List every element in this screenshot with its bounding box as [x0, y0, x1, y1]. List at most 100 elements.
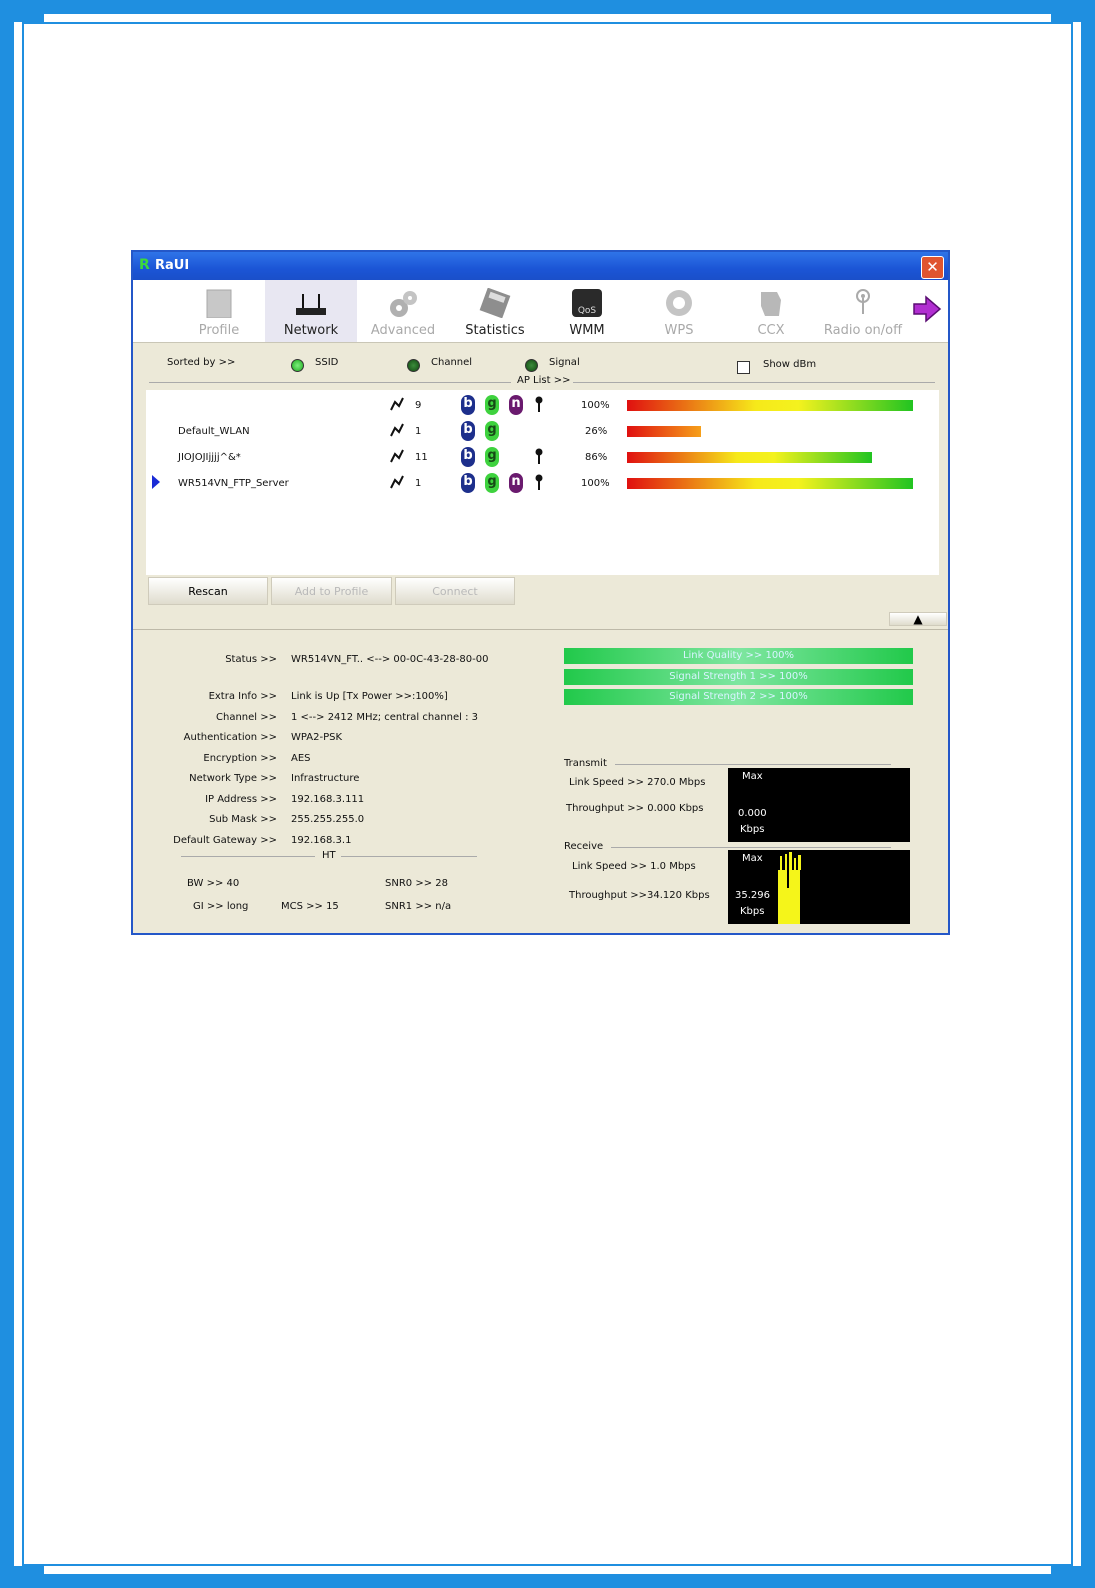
show-dbm-checkbox[interactable] [737, 361, 750, 374]
encryption-label: Encryption >> [203, 753, 277, 764]
snr1-value: SNR1 >> n/a [385, 901, 452, 912]
ap-row[interactable]: Default_WLAN 1 b g 26% [146, 418, 939, 442]
extra-info-label: Extra Info >> [208, 691, 277, 702]
authentication-value: WPA2-PSK [291, 732, 343, 743]
tab-profile[interactable]: Profile [173, 280, 265, 342]
mode-n-badge: n [509, 395, 523, 415]
key-icon [535, 396, 543, 412]
signal-strength-1-bar: Signal Strength 1 >> 100% [564, 669, 913, 685]
close-button[interactable]: ✕ [921, 256, 944, 279]
tab-ccx-label: CCX [757, 323, 785, 338]
extra-info-value: Link is Up [Tx Power >>:100%] [291, 691, 448, 702]
transmit-separator [615, 764, 891, 765]
rx-throughput-graph: Max 35.296 Kbps [728, 850, 910, 924]
tx-throughput-graph: Max 0.000 Kbps [728, 768, 910, 842]
antenna-icon [856, 289, 870, 314]
key-icon [535, 448, 543, 464]
rescan-button[interactable]: Rescan [148, 577, 268, 605]
ap-ssid: WR514VN_FTP_Server [178, 478, 289, 489]
sorted-by-label: Sorted by >> [167, 357, 236, 368]
ap-signal-value: 86% [585, 452, 608, 463]
tab-wmm[interactable]: QoS WMM [541, 280, 633, 342]
ap-list-label: AP List >> [517, 375, 571, 386]
arrow-right-icon[interactable] [912, 294, 942, 324]
ap-list-separator-right [573, 382, 935, 383]
rx-graph-value: 35.296 [735, 890, 770, 901]
ap-signal-value: 26% [585, 426, 608, 437]
frame-corner-tl [14, 14, 44, 22]
ht-separator-right [341, 856, 477, 857]
qos-icon: QoS [572, 289, 602, 317]
sub-mask-label: Sub Mask >> [209, 814, 277, 825]
sort-signal-radio[interactable] [525, 359, 538, 372]
connect-button[interactable]: Connect [395, 577, 515, 605]
frame-inner-right [1071, 22, 1073, 1566]
channel-value: 1 <--> 2412 MHz; central channel : 3 [291, 712, 479, 723]
calculator-icon [479, 288, 511, 318]
mode-g-badge: g [485, 447, 499, 467]
tab-network[interactable]: Network [265, 280, 357, 342]
tab-ccx[interactable]: CCX [725, 280, 817, 342]
rx-link-speed: Link Speed >> 1.0 Mbps [572, 861, 696, 872]
tab-wps-label: WPS [664, 323, 694, 338]
frame-left [0, 0, 14, 1588]
tab-wps[interactable]: WPS [633, 280, 725, 342]
ap-row[interactable]: 9 b g n 100% [146, 392, 939, 416]
sort-signal-label: Signal [549, 357, 580, 368]
tab-radio-on-off[interactable]: Radio on/off [817, 280, 909, 342]
tx-throughput: Throughput >> 0.000 Kbps [566, 803, 704, 814]
receive-separator [611, 847, 891, 848]
status-label: Status >> [225, 654, 277, 665]
tab-wmm-label: WMM [569, 323, 605, 338]
sort-ssid-label: SSID [315, 357, 339, 368]
ap-row-selected[interactable]: WR514VN_FTP_Server 1 b g n 100% [146, 470, 939, 494]
ap-list: 9 b g n 100% Default_WLAN 1 b g 26% JIOJ… [146, 390, 939, 575]
frame-bottom [0, 1574, 1095, 1588]
gi-value: GI >> long [193, 901, 249, 912]
ap-ssid: JIOJOJIjjjj^&* [178, 452, 241, 463]
mcs-value: MCS >> 15 [281, 901, 339, 912]
ap-signal-value: 100% [581, 478, 610, 489]
sort-ssid-radio[interactable] [291, 359, 304, 372]
tab-statistics-label: Statistics [465, 323, 525, 338]
rx-graph-max: Max [742, 853, 763, 864]
tab-network-label: Network [283, 323, 339, 338]
tab-radio-label: Radio on/off [823, 323, 903, 338]
bw-value: BW >> 40 [187, 878, 240, 889]
ap-signal-value: 100% [581, 400, 610, 411]
collapse-toggle-button[interactable]: ▲ [889, 612, 947, 626]
app-logo-icon: R [139, 257, 150, 273]
channel-label: Channel >> [216, 712, 277, 723]
ap-signal-bar [627, 426, 701, 437]
channel-hand-icon [390, 423, 404, 437]
ap-row[interactable]: JIOJOJIjjjj^&* 11 b g 86% [146, 444, 939, 468]
selected-arrow-icon [152, 475, 160, 489]
raui-window: R RaUI ✕ Profile Network Advanced Statis… [131, 250, 950, 935]
ap-signal-bar [627, 400, 913, 411]
svg-text:QoS: QoS [578, 306, 597, 316]
ap-signal-bar [627, 478, 913, 489]
ap-signal-bar [627, 452, 872, 463]
tab-statistics[interactable]: Statistics [449, 280, 541, 342]
gears-icon [390, 291, 417, 317]
link-quality-bar: Link Quality >> 100% [564, 648, 913, 664]
ap-channel: 1 [415, 478, 422, 489]
frame-inner-top [22, 22, 1073, 24]
ap-channel: 1 [415, 426, 422, 437]
title-bar[interactable]: R RaUI ✕ [133, 252, 948, 280]
key-icon [535, 474, 543, 490]
rx-graph-unit: Kbps [740, 906, 765, 917]
network-type-value: Infrastructure [291, 773, 360, 784]
ht-label: HT [322, 850, 336, 861]
sort-channel-radio[interactable] [407, 359, 420, 372]
transmit-label: Transmit [564, 758, 607, 769]
default-gateway-value: 192.168.3.1 [291, 835, 352, 846]
ip-address-label: IP Address >> [205, 794, 277, 805]
frame-corner-tr [1051, 14, 1081, 22]
add-to-profile-button[interactable]: Add to Profile [271, 577, 392, 605]
mode-b-badge: b [461, 421, 475, 441]
mode-g-badge: g [485, 421, 499, 441]
tab-advanced[interactable]: Advanced [357, 280, 449, 342]
tx-graph-unit: Kbps [740, 824, 765, 835]
channel-hand-icon [390, 397, 404, 411]
